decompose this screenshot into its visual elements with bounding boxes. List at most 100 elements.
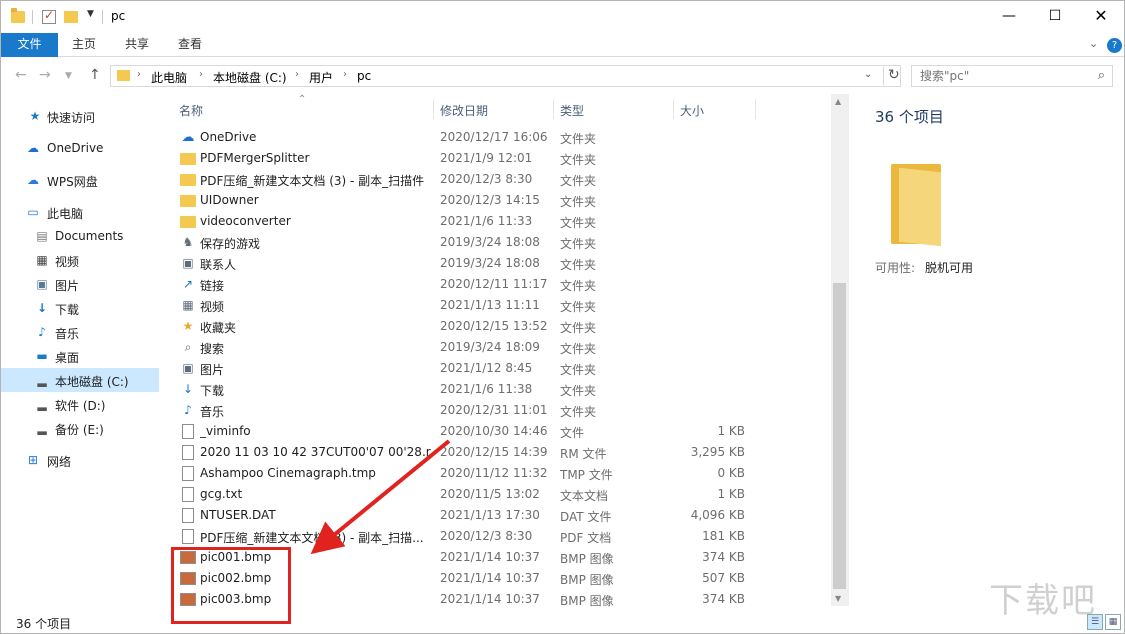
file-row[interactable]: PDFMergerSplitter 2021/1/9 12:01 文件夹	[171, 148, 831, 169]
up-arrow-icon[interactable]: ↑	[89, 67, 101, 83]
refresh-icon[interactable]: ↻	[883, 67, 900, 85]
music-icon: ♪	[184, 403, 192, 417]
breadcrumb-separator-icon[interactable]: ›	[137, 69, 141, 80]
search-box[interactable]: ⌕	[911, 65, 1113, 87]
forward-arrow-icon[interactable]: →	[39, 67, 51, 83]
file-row[interactable]: ▦ 视频 2021/1/13 11:11 文件夹	[171, 295, 831, 316]
breadcrumb-users[interactable]: 用户	[309, 69, 333, 86]
sidebar-item-pictures[interactable]: ▣ 图片	[1, 272, 159, 296]
file-row[interactable]: _viminfo 2020/10/30 14:46 文件 1 KB	[171, 421, 831, 442]
breadcrumb-separator-icon[interactable]: ›	[343, 69, 347, 80]
sidebar-item-desktop[interactable]: ▬ 桌面	[1, 344, 159, 368]
file-row[interactable]: pic003.bmp 2021/1/14 10:37 BMP 图像 374 KB	[171, 589, 831, 610]
sidebar-item-this-pc[interactable]: ▭ 此电脑	[1, 200, 159, 224]
sidebar-item-wps-drive[interactable]: ☁ WPS网盘	[1, 168, 159, 192]
file-row[interactable]: ☁ OneDrive 2020/12/17 16:06 文件夹	[171, 127, 831, 148]
column-divider[interactable]	[433, 99, 434, 119]
large-icons-view-icon[interactable]: ▦	[1105, 614, 1121, 630]
search-icon[interactable]: ⌕	[1098, 68, 1105, 83]
file-row[interactable]: 2020 11 03 10 42 37CUT00'07 00'28.r... 20…	[171, 442, 831, 463]
file-row[interactable]: ↓ 下载 2021/1/6 11:38 文件夹	[171, 379, 831, 400]
expand-ribbon-chevron-icon[interactable]: ⌄	[1089, 37, 1098, 50]
maximize-button[interactable]: ☐	[1032, 1, 1078, 33]
file-row[interactable]: UIDowner 2020/12/3 14:15 文件夹	[171, 190, 831, 211]
file-name: 图片	[200, 363, 225, 377]
scrollbar-thumb[interactable]	[833, 283, 846, 589]
column-divider[interactable]	[553, 99, 554, 119]
sidebar-item-local-disk-c[interactable]: ▂ 本地磁盘 (C:)	[1, 368, 159, 392]
file-date: 2021/1/14 10:37	[440, 592, 540, 606]
file-name: 下载	[200, 384, 225, 398]
back-arrow-icon[interactable]: ←	[15, 67, 27, 83]
game-icon: ♞	[182, 235, 194, 249]
search-icon: ⌕	[184, 340, 192, 354]
status-item-count: 36 个项目	[16, 617, 72, 631]
new-folder-icon[interactable]	[64, 11, 78, 23]
tab-view[interactable]: 查看	[178, 33, 202, 57]
column-divider[interactable]	[673, 99, 674, 119]
scroll-down-arrow-icon[interactable]: ▼	[835, 594, 841, 603]
breadcrumb-separator-icon[interactable]: ›	[199, 69, 203, 80]
address-dropdown-chevron-icon[interactable]: ⌄	[864, 69, 872, 80]
column-type[interactable]: 类型	[560, 102, 584, 119]
file-row[interactable]: ▣ 联系人 2019/3/24 18:08 文件夹	[171, 253, 831, 274]
file-date: 2020/12/17 16:06	[440, 130, 548, 144]
breadcrumb-pc[interactable]: pc	[357, 69, 371, 83]
file-row[interactable]: ♞ 保存的游戏 2019/3/24 18:08 文件夹	[171, 232, 831, 253]
file-row[interactable]: Ashampoo Cinemagraph.tmp 2020/11/12 11:32…	[171, 463, 831, 484]
file-row[interactable]: PDF压缩_新建文本文档 (3) - 副本_扫描... 2020/12/3 8:3…	[171, 526, 831, 547]
file-icon	[182, 424, 194, 439]
sidebar-item-quick-access[interactable]: ★ 快速访问	[1, 104, 159, 128]
file-name: _viminfo	[200, 424, 251, 438]
column-date[interactable]: 修改日期	[440, 102, 488, 119]
help-icon[interactable]: ?	[1107, 38, 1122, 53]
vertical-scrollbar[interactable]: ▲ ▼	[831, 94, 848, 606]
search-input[interactable]	[920, 69, 1090, 83]
file-row[interactable]: ♪ 音乐 2020/12/31 11:01 文件夹	[171, 400, 831, 421]
recent-locations-chevron-icon[interactable]: ▼	[65, 71, 72, 81]
file-row[interactable]: NTUSER.DAT 2021/1/13 17:30 DAT 文件 4,096 KB	[171, 505, 831, 526]
breadcrumb-this-pc[interactable]: 此电脑	[151, 69, 187, 86]
close-button[interactable]: ✕	[1078, 1, 1124, 33]
sidebar-item-drive-e[interactable]: ▂ 备份 (E:)	[1, 416, 159, 440]
breadcrumb-separator-icon[interactable]: ›	[295, 69, 299, 80]
file-row[interactable]: PDF压缩_新建文本文档 (3) - 副本_扫描件 2020/12/3 8:30 文…	[171, 169, 831, 190]
sidebar-item-downloads[interactable]: ↓ 下载	[1, 296, 159, 320]
folder-icon[interactable]	[11, 8, 25, 23]
file-type: 文件	[560, 426, 585, 440]
tab-share[interactable]: 共享	[125, 33, 149, 57]
column-divider[interactable]	[755, 99, 756, 119]
file-row[interactable]: pic002.bmp 2021/1/14 10:37 BMP 图像 507 KB	[171, 568, 831, 589]
breadcrumb-local-disk[interactable]: 本地磁盘 (C:)	[213, 69, 287, 86]
details-view-icon[interactable]: ☰	[1087, 614, 1103, 630]
file-row[interactable]: pic001.bmp 2021/1/14 10:37 BMP 图像 374 KB	[171, 547, 831, 568]
sidebar-item-videos[interactable]: ▦ 视频	[1, 248, 159, 272]
sidebar-item-documents[interactable]: ▤ Documents	[1, 224, 159, 248]
sidebar-item-music[interactable]: ♪ 音乐	[1, 320, 159, 344]
sidebar-item-label: 桌面	[55, 351, 80, 365]
file-row[interactable]: videoconverter 2021/1/6 11:33 文件夹	[171, 211, 831, 232]
file-row[interactable]: ★ 收藏夹 2020/12/15 13:52 文件夹	[171, 316, 831, 337]
file-type: 文本文档	[560, 489, 609, 503]
file-row[interactable]: ⌕ 搜索 2019/3/24 18:09 文件夹	[171, 337, 831, 358]
sidebar-item-drive-d[interactable]: ▂ 软件 (D:)	[1, 392, 159, 416]
file-size: 0 KB	[717, 466, 745, 480]
column-name[interactable]: 名称	[179, 102, 203, 119]
sidebar-item-onedrive[interactable]: ☁ OneDrive	[1, 136, 159, 160]
file-row[interactable]: ▣ 图片 2021/1/12 8:45 文件夹	[171, 358, 831, 379]
address-bar[interactable]: › 此电脑 › 本地磁盘 (C:) › 用户 › pc ⌄ ↻	[110, 65, 901, 87]
scroll-up-arrow-icon[interactable]: ▲	[835, 97, 841, 106]
file-row[interactable]: ↗ 链接 2020/12/11 11:17 文件夹	[171, 274, 831, 295]
customize-toolbar-dropdown[interactable]: ▼	[87, 9, 94, 25]
video-icon: ▦	[182, 298, 194, 312]
document-icon: ▤	[36, 229, 48, 243]
properties-icon[interactable]	[42, 8, 56, 24]
file-date: 2019/3/24 18:08	[440, 235, 540, 249]
column-size[interactable]: 大小	[680, 102, 704, 119]
tab-home[interactable]: 主页	[72, 33, 96, 57]
sidebar-item-network[interactable]: ⊞ 网络	[1, 448, 159, 472]
minimize-button[interactable]: —	[986, 1, 1032, 33]
tab-file[interactable]: 文件	[1, 33, 58, 57]
file-row[interactable]: gcg.txt 2020/11/5 13:02 文本文档 1 KB	[171, 484, 831, 505]
sidebar-item-label: 此电脑	[47, 207, 84, 221]
